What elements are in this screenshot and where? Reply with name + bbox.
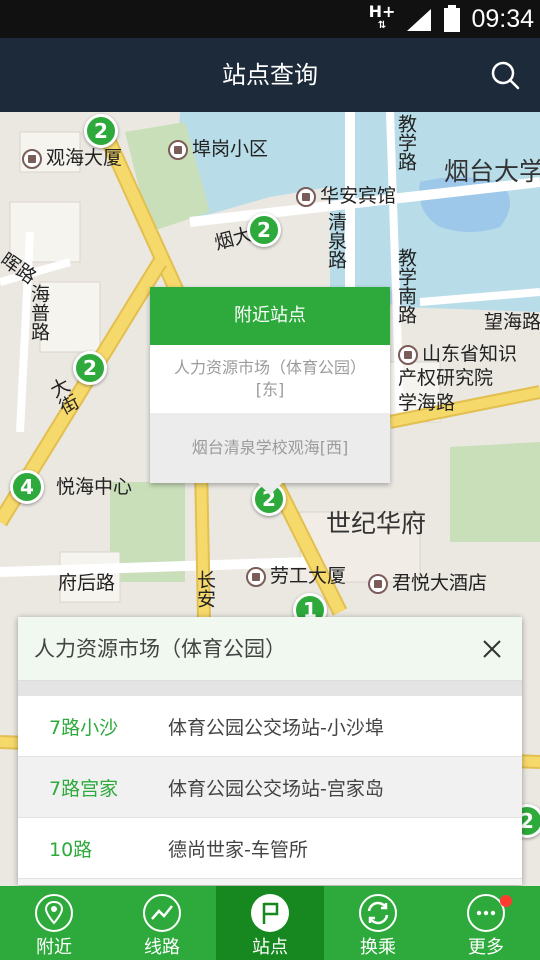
popup-pointer — [258, 483, 282, 495]
close-icon[interactable] — [480, 637, 504, 661]
nav-item-transfer[interactable]: 换乘 — [324, 886, 432, 960]
notification-badge — [500, 895, 512, 907]
station-panel: 人力资源市场（体育公园） 7路小沙 体育公园公交场站-小沙埠 7路宫家 体育公园… — [18, 617, 522, 885]
poi-icon — [246, 566, 266, 587]
map-label: 教学路 — [395, 114, 417, 171]
nav-label: 线路 — [144, 937, 180, 958]
nav-label: 更多 — [468, 937, 504, 958]
map-label: 劳工大厦 — [246, 561, 346, 588]
map-label: 世纪华府 — [326, 509, 427, 538]
poi-icon — [168, 139, 188, 160]
route-row[interactable]: 10路 德尚世家-车管所 — [18, 818, 522, 879]
map-label: 清泉路 — [325, 212, 347, 269]
map-label: 烟台大学 — [444, 157, 540, 186]
poi-icon — [296, 186, 316, 207]
map-label: 君悦大酒店 — [368, 568, 487, 595]
route-name: 7路小沙 — [49, 716, 119, 739]
map-label: 学海路 — [398, 392, 456, 414]
app-header: 站点查询 — [0, 38, 540, 112]
map-label: 海普路 — [28, 284, 50, 341]
route-name: 7路宫家 — [49, 777, 119, 800]
nearby-stop-item[interactable]: 人力资源市场（体育公园）[东] — [150, 345, 390, 413]
map-label: 府后路 — [58, 572, 116, 594]
transfer-icon — [359, 894, 397, 932]
battery-icon — [443, 5, 461, 33]
divider — [18, 681, 522, 696]
nav-label: 换乘 — [360, 937, 396, 958]
route-row[interactable]: 7路小沙 体育公园公交场站-小沙埠 — [18, 696, 522, 757]
network-indicator: H+ ⇅ — [368, 2, 396, 32]
nav-label: 站点 — [252, 937, 288, 958]
status-time: 09:34 — [471, 4, 534, 33]
map-label: 长安 — [194, 570, 216, 608]
bus-stop-marker[interactable]: 2 — [84, 114, 118, 148]
popup-title: 附近站点 — [150, 287, 390, 349]
bottom-nav: 附近 线路 站点 换乘 更多 — [0, 886, 540, 960]
route-direction: 体育公园公交场站-宫家岛 — [168, 777, 384, 800]
bus-stop-marker[interactable]: 2 — [73, 351, 107, 385]
poi-icon — [368, 573, 388, 594]
map-label: 悦海中心 — [56, 476, 133, 498]
map-label: 华安宾馆 — [296, 181, 396, 208]
bus-stop-marker[interactable]: 4 — [10, 470, 44, 504]
nav-item-more[interactable]: 更多 — [432, 886, 540, 960]
nav-item-nearby[interactable]: 附近 — [0, 886, 108, 960]
nearby-stop-item[interactable]: 烟台清泉学校观海[西] — [150, 413, 390, 483]
map-label: 教学南路 — [395, 248, 417, 324]
station-name: 人力资源市场（体育公园） — [34, 637, 286, 661]
route-row[interactable]: 7路宫家 体育公园公交场站-宫家岛 — [18, 757, 522, 818]
map-label: 埠岗小区 — [168, 134, 268, 161]
status-bar: H+⇅ 40 09:34 — [0, 0, 540, 38]
route-direction: 体育公园公交场站-小沙埠 — [168, 716, 384, 739]
bus-stop-marker[interactable]: 2 — [247, 213, 281, 247]
search-icon[interactable] — [490, 60, 520, 90]
station-panel-header: 人力资源市场（体育公园） — [18, 617, 522, 681]
nav-item-stations[interactable]: 站点 — [216, 886, 324, 960]
route-line-icon — [143, 894, 181, 932]
route-name: 10路 — [49, 838, 93, 861]
signal-icon — [405, 7, 433, 31]
page-title: 站点查询 — [222, 61, 318, 89]
map-label: 观海大厦 — [22, 143, 122, 170]
map-label: 望海路 — [484, 311, 540, 333]
route-direction: 德尚世家-车管所 — [168, 838, 308, 861]
nearby-stops-popup: 附近站点 人力资源市场（体育公园）[东] 烟台清泉学校观海[西] — [150, 287, 390, 495]
poi-icon — [398, 344, 418, 365]
flag-icon — [251, 894, 289, 932]
map-label: 山东省知识产权研究院 — [398, 343, 518, 389]
nav-label: 附近 — [36, 937, 72, 958]
nav-item-routes[interactable]: 线路 — [108, 886, 216, 960]
location-pin-icon — [35, 894, 73, 932]
poi-icon — [22, 148, 42, 169]
